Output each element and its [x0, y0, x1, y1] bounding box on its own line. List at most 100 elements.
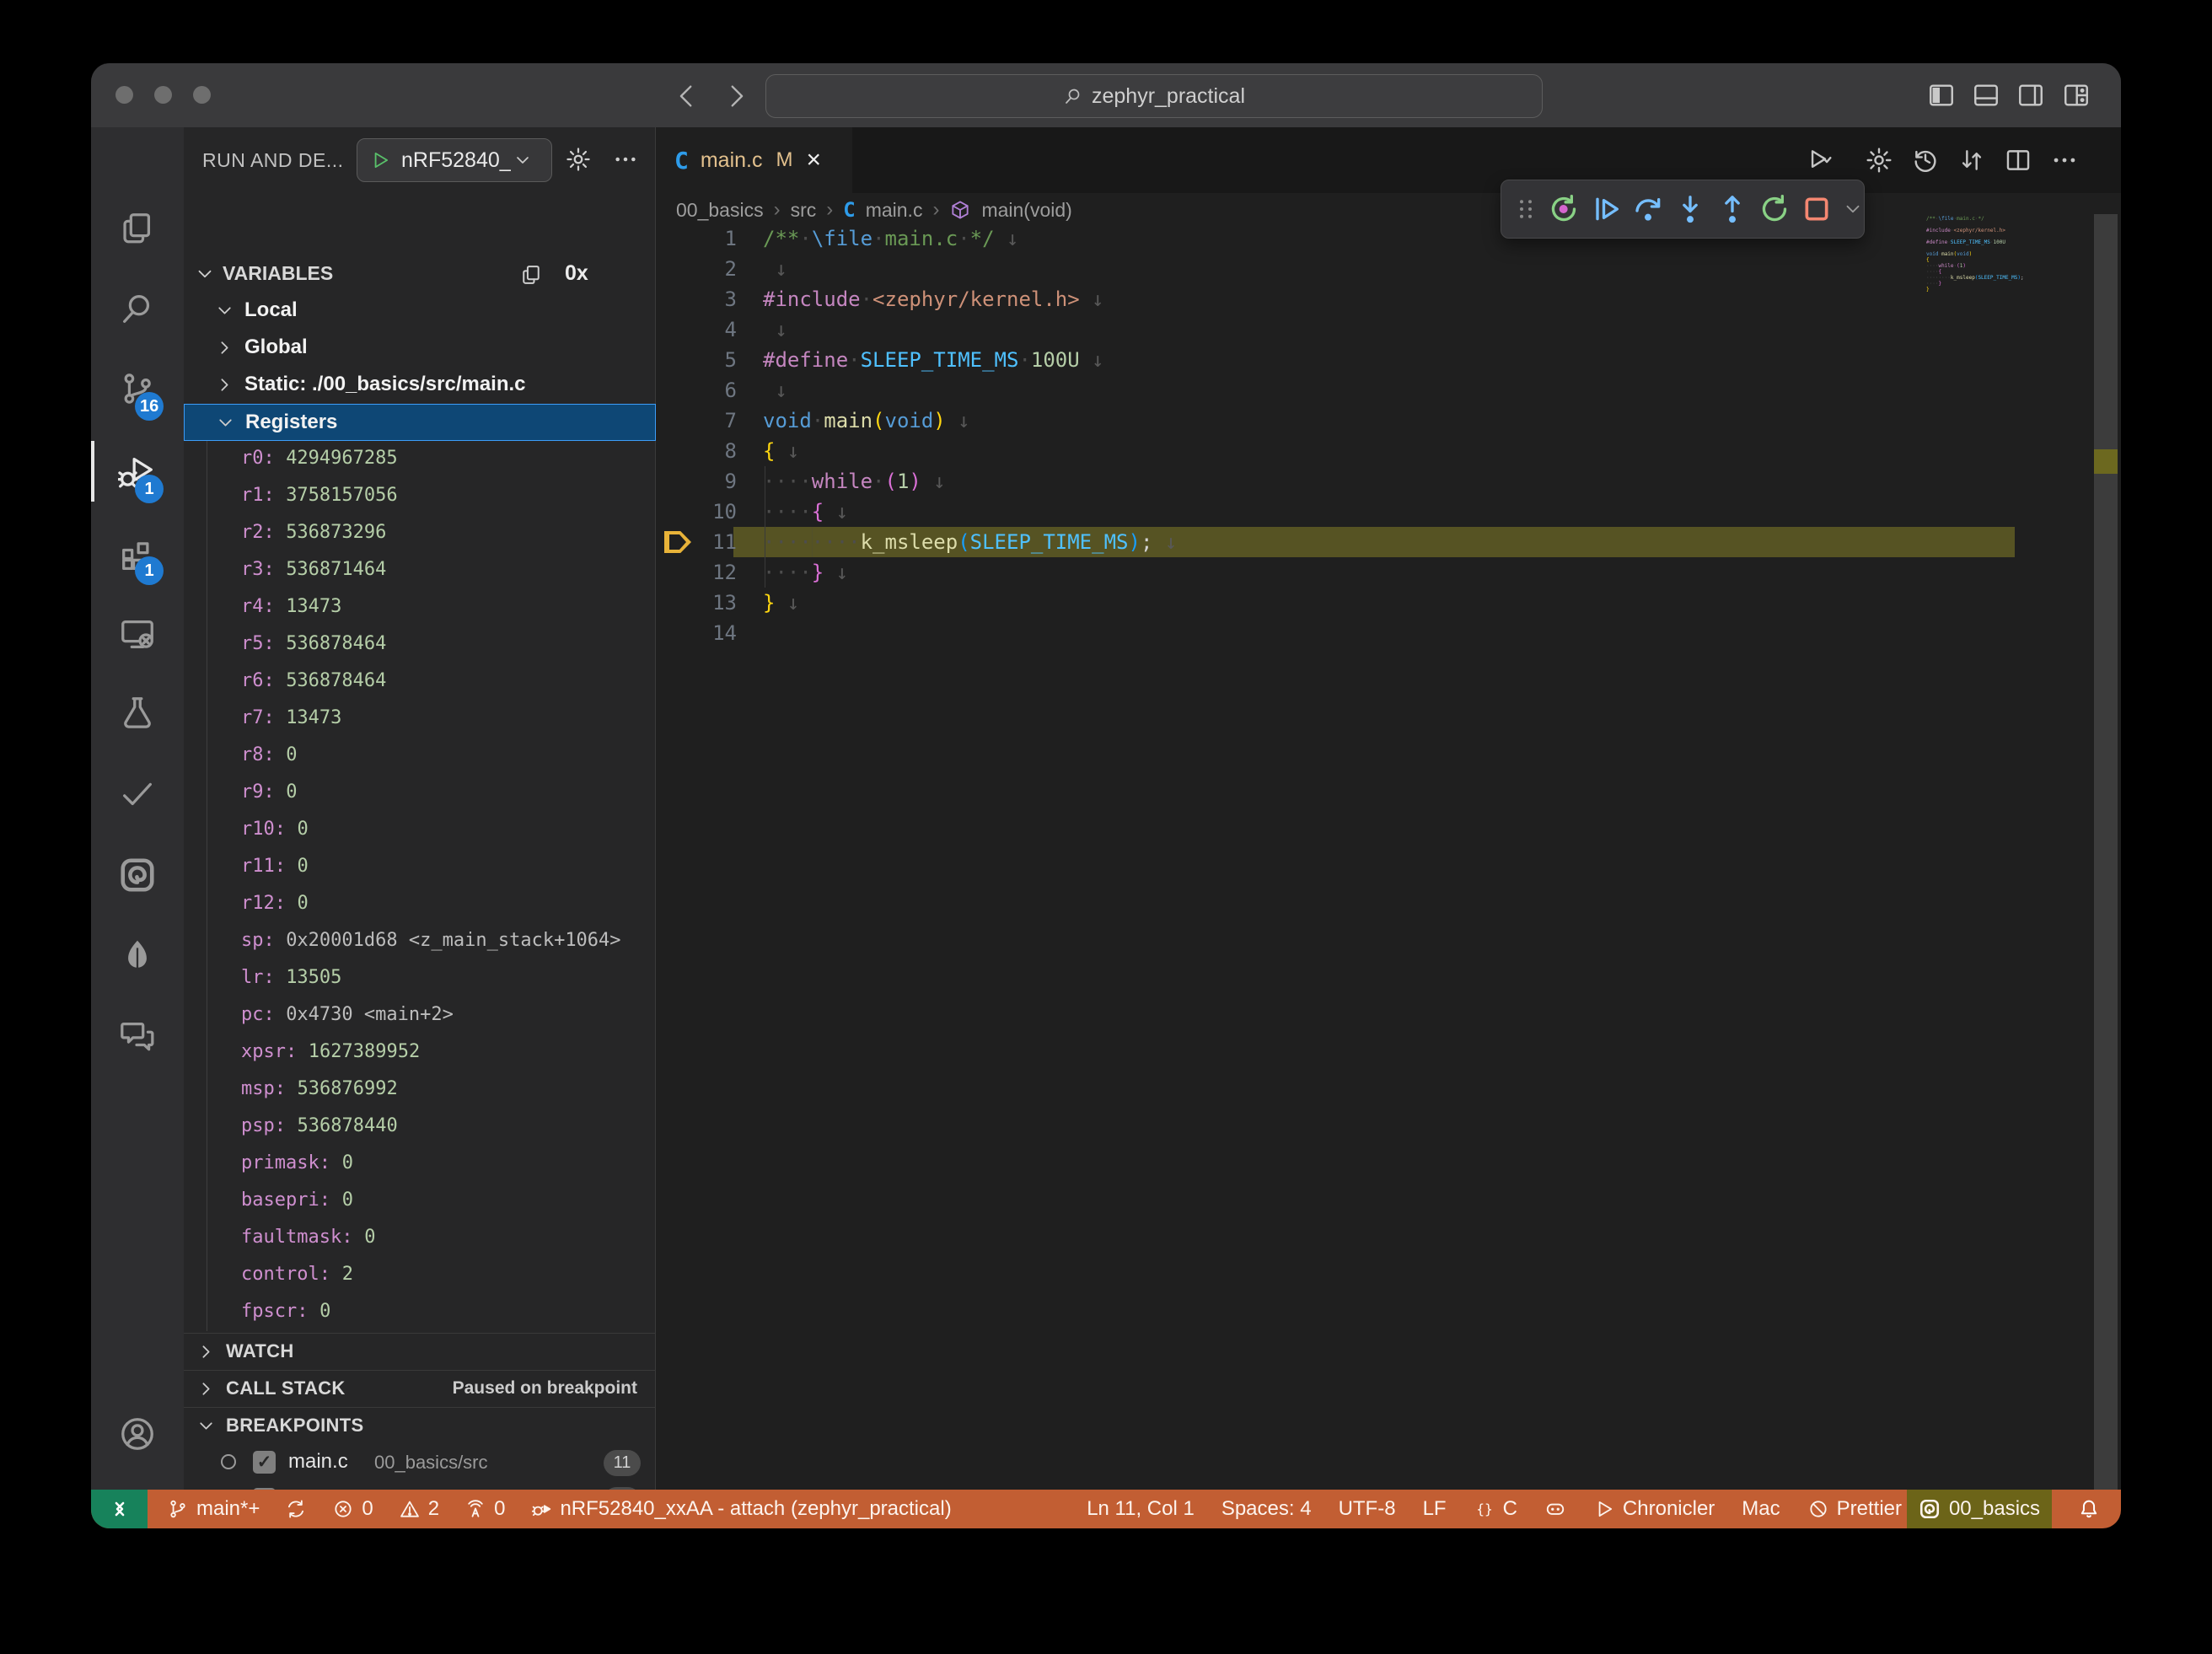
code-line-10[interactable]: 10····{ ↓ [656, 497, 2038, 527]
command-center-search[interactable]: zephyr_practical [765, 74, 1543, 118]
sidebar-item-testing[interactable] [91, 681, 184, 745]
register-row-basepri[interactable]: basepri:0 [184, 1183, 656, 1220]
status-item-lf[interactable]: LF [1423, 1497, 1447, 1521]
sidebar-item-mongodb[interactable] [91, 924, 184, 988]
code-line-2[interactable]: 2 ↓ [656, 254, 2038, 284]
status-item[interactable] [285, 1498, 307, 1520]
status-item-nrf52840-xxaa-attach-zep[interactable]: nRF52840_xxAA - attach (zephyr_practical… [530, 1497, 951, 1521]
breakpoints-section-header[interactable]: BREAKPOINTS [184, 1407, 656, 1444]
sidebar-item-explorer[interactable] [91, 196, 184, 260]
sidebar-item-extensions[interactable]: 1 [91, 521, 184, 585]
watch-section-header[interactable]: WATCH [184, 1333, 656, 1370]
reset-device-icon[interactable] [1547, 192, 1581, 226]
status-item-utf-8[interactable]: UTF-8 [1339, 1497, 1396, 1521]
register-row-primask[interactable]: primask:0 [184, 1146, 656, 1183]
variables-section-header[interactable]: VARIABLES 0x [184, 256, 655, 293]
step-over-icon[interactable] [1631, 192, 1665, 226]
variables-group-static-00-basics-src-main-c[interactable]: Static: ./00_basics/src/main.c [184, 367, 656, 404]
status-item-2[interactable]: 2 [399, 1497, 439, 1521]
register-row-lr[interactable]: lr:13505 [184, 960, 656, 997]
hex-format-button[interactable]: 0x [565, 261, 588, 286]
copy-icon[interactable] [519, 263, 543, 287]
sidebar-item-spiral-extension[interactable] [91, 843, 184, 907]
register-row-xpsr[interactable]: xpsr:1627389952 [184, 1034, 656, 1071]
sidebar-item-source-control[interactable]: 16 [91, 357, 184, 421]
status-item-0[interactable]: 0 [332, 1497, 373, 1521]
register-row-r8[interactable]: r8:0 [184, 738, 656, 775]
code-line-6[interactable]: 6 ↓ [656, 375, 2038, 405]
chevron-down-icon[interactable] [1842, 192, 1864, 226]
scrollbar[interactable] [2094, 214, 2118, 1490]
variables-group-registers[interactable]: Registers [184, 404, 656, 441]
window-zoom-button[interactable] [193, 86, 211, 104]
code-line-4[interactable]: 4 ↓ [656, 314, 2038, 345]
status-item-c[interactable]: {}C [1474, 1497, 1517, 1521]
register-row-control[interactable]: control:2 [184, 1257, 656, 1294]
register-row-psp[interactable]: psp:536878440 [184, 1109, 656, 1146]
navigate-back-icon[interactable] [673, 82, 701, 110]
account-button[interactable] [91, 1402, 184, 1466]
window-close-button[interactable] [115, 86, 133, 104]
register-row-r6[interactable]: r6:536878464 [184, 663, 656, 701]
debug-settings-gear-icon[interactable] [565, 146, 592, 173]
step-out-icon[interactable] [1715, 192, 1749, 226]
status-item-0[interactable]: 0 [464, 1497, 505, 1521]
code-line-12[interactable]: 12····} ↓ [656, 557, 2038, 588]
code-line-14[interactable]: 14 [656, 618, 2038, 648]
breakpoint-row-main.c[interactable]: ✓main.c00_basics/src11 [184, 1444, 656, 1481]
register-row-r9[interactable]: r9:0 [184, 775, 656, 812]
code-line-11[interactable]: 11········k_msleep(SLEEP_TIME_MS); ↓ [656, 527, 2038, 557]
debug-config-dropdown[interactable]: nRF52840_x [357, 138, 552, 182]
code-line-5[interactable]: 5#define·SLEEP_TIME_MS·100U ↓ [656, 345, 2038, 375]
status-item[interactable] [1544, 1498, 1566, 1520]
start-debug-icon[interactable] [369, 149, 391, 171]
status-item-spaces-4[interactable]: Spaces: 4 [1221, 1497, 1312, 1521]
navigate-forward-icon[interactable] [722, 82, 750, 110]
register-row-msp[interactable]: msp:536876992 [184, 1071, 656, 1109]
call-stack-section-header[interactable]: CALL STACK Paused on breakpoint [184, 1370, 656, 1407]
sidebar-item-checks[interactable] [91, 761, 184, 825]
sidebar-item-remote-explorer[interactable] [91, 602, 184, 666]
customize-layout-icon[interactable] [2062, 81, 2091, 110]
sidebar-item-run-debug[interactable]: 1 [91, 439, 184, 503]
register-row-sp[interactable]: sp:0x20001d68 <z_main_stack+1064> [184, 923, 656, 960]
register-row-r2[interactable]: r2:536873296 [184, 515, 656, 552]
register-row-r1[interactable]: r1:3758157056 [184, 478, 656, 515]
register-row-r12[interactable]: r12:0 [184, 886, 656, 923]
toggle-primary-sidebar-icon[interactable] [1927, 81, 1956, 110]
sidebar-item-search[interactable] [91, 277, 184, 341]
register-row-r4[interactable]: r4:13473 [184, 589, 656, 626]
register-row-r5[interactable]: r5:536878464 [184, 626, 656, 663]
code-line-7[interactable]: 7void·main(void) ↓ [656, 405, 2038, 436]
code-line-9[interactable]: 9····while·(1) ↓ [656, 466, 2038, 497]
register-row-r3[interactable]: r3:536871464 [184, 552, 656, 589]
sidebar-item-comments[interactable] [91, 1004, 184, 1068]
breakpoint-checkbox[interactable]: ✓ [253, 1451, 276, 1474]
minimap[interactable]: /**·\file·main.c·*/ #include·<zephyr/ker… [1926, 216, 2091, 298]
toggle-secondary-sidebar-icon[interactable] [2016, 81, 2045, 110]
status-item-main-[interactable]: main*+ [167, 1497, 260, 1521]
status-item-prettier[interactable]: Prettier [1807, 1497, 1902, 1521]
toggle-panel-icon[interactable] [1972, 81, 2000, 110]
window-minimize-button[interactable] [154, 86, 172, 104]
restart-icon[interactable] [1758, 192, 1791, 226]
code-line-3[interactable]: 3#include·<zephyr/kernel.h> ↓ [656, 284, 2038, 314]
project-status-item[interactable]: 00_basics [1907, 1490, 2052, 1528]
register-row-fpscr[interactable]: fpscr:0 [184, 1294, 656, 1331]
register-row-faultmask[interactable]: faultmask:0 [184, 1220, 656, 1257]
register-row-r10[interactable]: r10:0 [184, 812, 656, 849]
code-editor[interactable]: 1/**·\file·main.c·*/ ↓2 ↓3#include·<zeph… [656, 127, 2121, 1490]
more-actions-icon[interactable] [612, 146, 639, 173]
drag-handle-icon[interactable] [1513, 192, 1538, 226]
register-row-pc[interactable]: pc:0x4730 <main+2> [184, 997, 656, 1034]
status-item-mac[interactable]: Mac [1742, 1497, 1780, 1521]
remote-indicator[interactable] [91, 1490, 148, 1528]
register-row-r11[interactable]: r11:0 [184, 849, 656, 886]
code-line-8[interactable]: 8{ ↓ [656, 436, 2038, 466]
register-row-r0[interactable]: r0:4294967285 [184, 441, 656, 478]
status-item-chronicler[interactable]: Chronicler [1593, 1497, 1715, 1521]
stop-icon[interactable] [1800, 192, 1833, 226]
variables-group-local[interactable]: Local [184, 293, 656, 330]
code-line-13[interactable]: 13} ↓ [656, 588, 2038, 618]
step-into-icon[interactable] [1673, 192, 1707, 226]
